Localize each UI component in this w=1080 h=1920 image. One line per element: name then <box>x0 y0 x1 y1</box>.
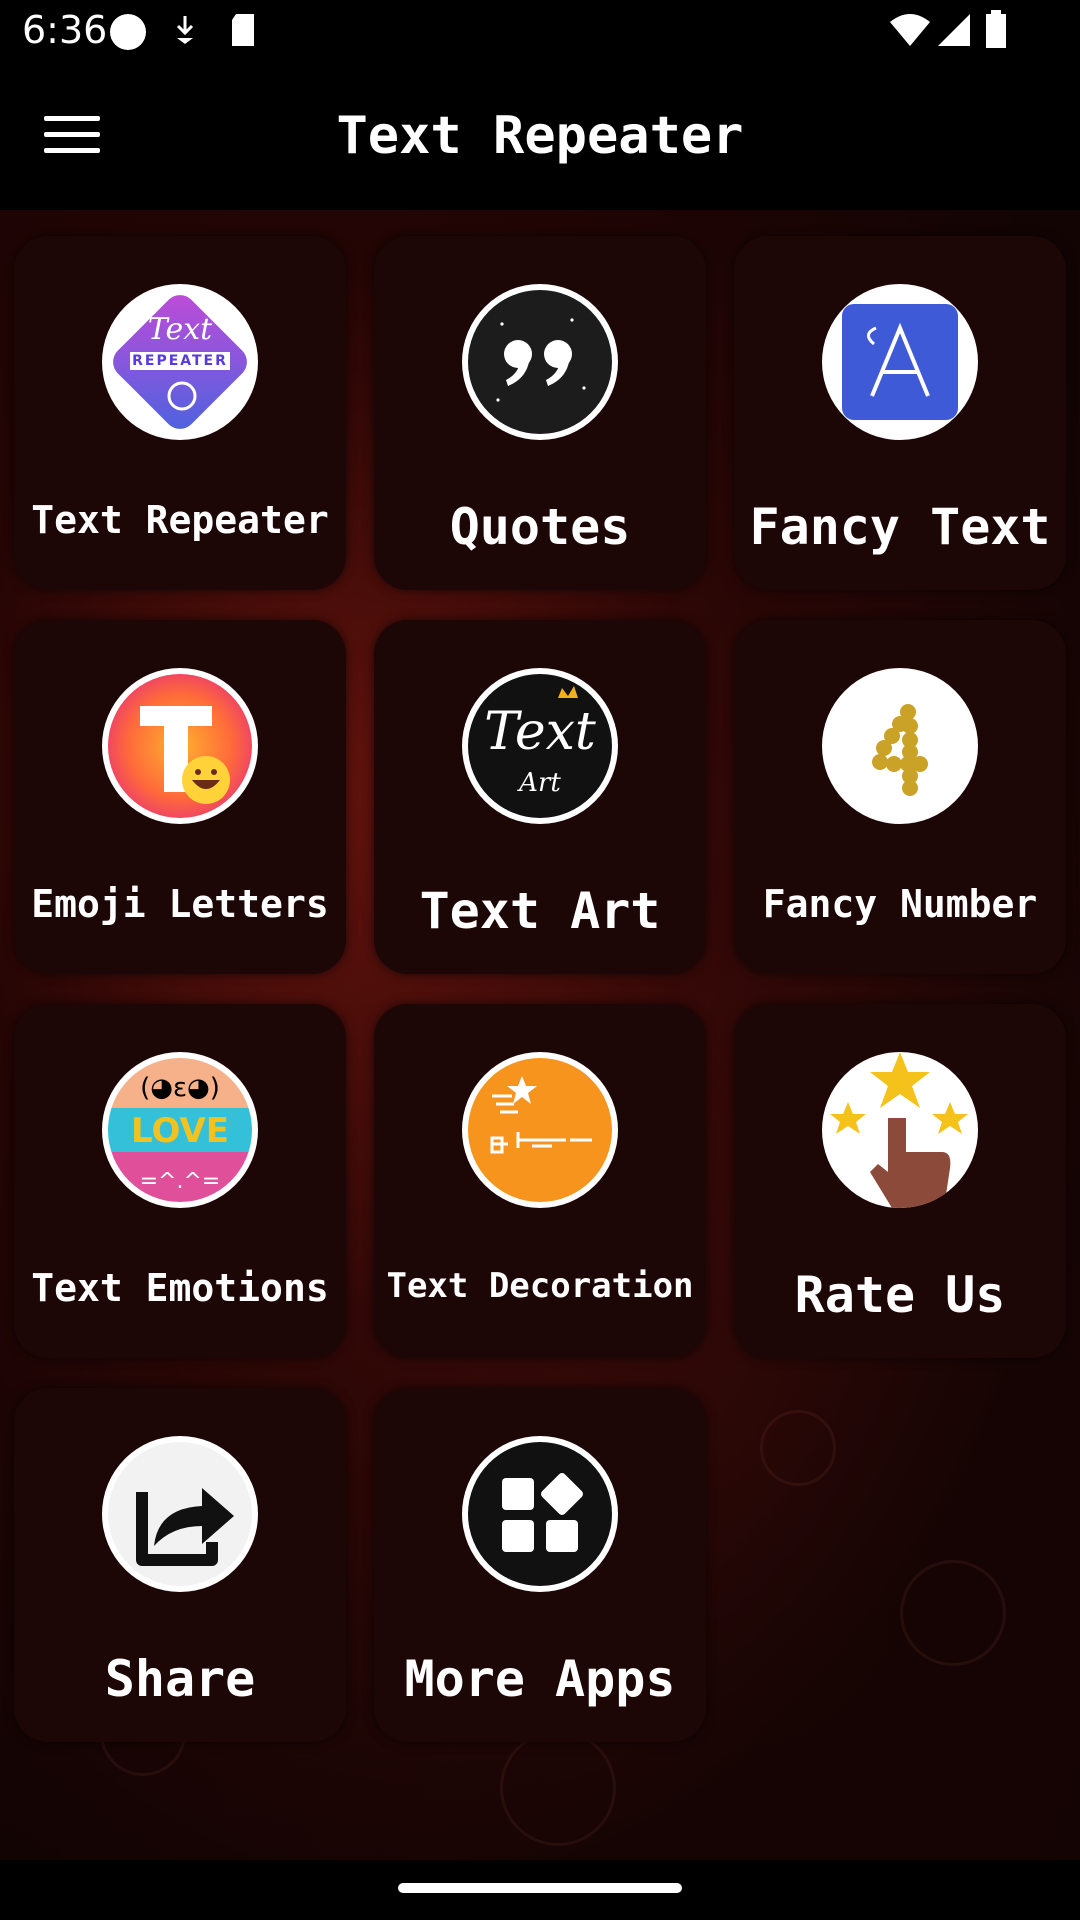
icon-text-repeater-word: Text <box>147 312 213 347</box>
icon-repeater-banner: REPEATER <box>132 353 228 369</box>
home-gesture-handle[interactable] <box>398 1883 682 1893</box>
battery-icon <box>986 10 1006 48</box>
icon-text-art-word: Text <box>484 702 596 762</box>
quote-marks-icon <box>462 284 618 440</box>
sd-card-icon <box>232 14 254 46</box>
tile-label: Emoji Letters <box>31 882 329 926</box>
tile-text-art[interactable]: Text Art Text Art <box>374 620 706 974</box>
status-time: 6:36 <box>22 8 108 52</box>
tile-text-repeater[interactable]: Text REPEATER Text Repeater <box>14 236 346 590</box>
fancy-letter-a-icon <box>822 284 978 440</box>
decoration-star-icon <box>462 1052 618 1208</box>
text-art-crown-icon: Text Art <box>462 668 618 824</box>
svg-text:LOVE: LOVE <box>131 1111 229 1151</box>
tile-label: Text Decoration <box>386 1266 694 1306</box>
tile-fancy-number[interactable]: Fancy Number <box>734 620 1066 974</box>
tile-label: Text Emotions <box>31 1266 329 1310</box>
hand-stars-icon <box>822 1052 978 1208</box>
content-area: Text REPEATER Text Repeater Quotes Fancy… <box>0 210 1080 1860</box>
tile-quotes[interactable]: Quotes <box>374 236 706 590</box>
cellular-signal-icon <box>938 14 970 46</box>
tile-share[interactable]: Share <box>14 1388 346 1742</box>
tile-text-decoration[interactable]: Text Decoration <box>374 1004 706 1358</box>
wifi-icon <box>890 14 930 46</box>
share-arrow-icon <box>102 1436 258 1592</box>
tile-emoji-letters[interactable]: Emoji Letters <box>14 620 346 974</box>
status-bar: 6:36 <box>0 0 1080 64</box>
app-title: Text Repeater <box>336 106 744 166</box>
tile-label: Fancy Number <box>762 882 1038 926</box>
tile-more-apps[interactable]: More Apps <box>374 1388 706 1742</box>
tile-fancy-text[interactable]: Fancy Text <box>734 236 1066 590</box>
app-bar: Text Repeater <box>0 64 1080 210</box>
system-nav-bar <box>0 1860 1080 1920</box>
tile-label: Rate Us <box>794 1266 1006 1324</box>
emoji-letter-t-icon <box>102 668 258 824</box>
tile-rate-us[interactable]: Rate Us <box>734 1004 1066 1358</box>
text-repeater-logo-icon: Text REPEATER <box>102 284 258 440</box>
tile-label: Quotes <box>449 498 631 556</box>
gold-number-4-icon <box>822 668 978 824</box>
love-emoticon-icon: (◕ε◕) LOVE =^.^= <box>102 1052 258 1208</box>
download-icon <box>176 16 194 44</box>
notification-dot-icon <box>110 14 146 50</box>
tile-label: Fancy Text <box>749 498 1051 556</box>
tile-label: Text Repeater <box>31 498 329 542</box>
svg-text:(◕ε◕): (◕ε◕) <box>140 1073 220 1103</box>
icon-text-art-sub: Art <box>519 768 561 798</box>
tile-text-emotions[interactable]: (◕ε◕) LOVE =^.^= Text Emotions <box>14 1004 346 1358</box>
tile-label: More Apps <box>404 1650 676 1708</box>
tile-label: Share <box>104 1650 256 1708</box>
tile-label: Text Art <box>419 882 661 940</box>
apps-grid-icon <box>462 1436 618 1592</box>
svg-text:=^.^=: =^.^= <box>140 1169 221 1194</box>
